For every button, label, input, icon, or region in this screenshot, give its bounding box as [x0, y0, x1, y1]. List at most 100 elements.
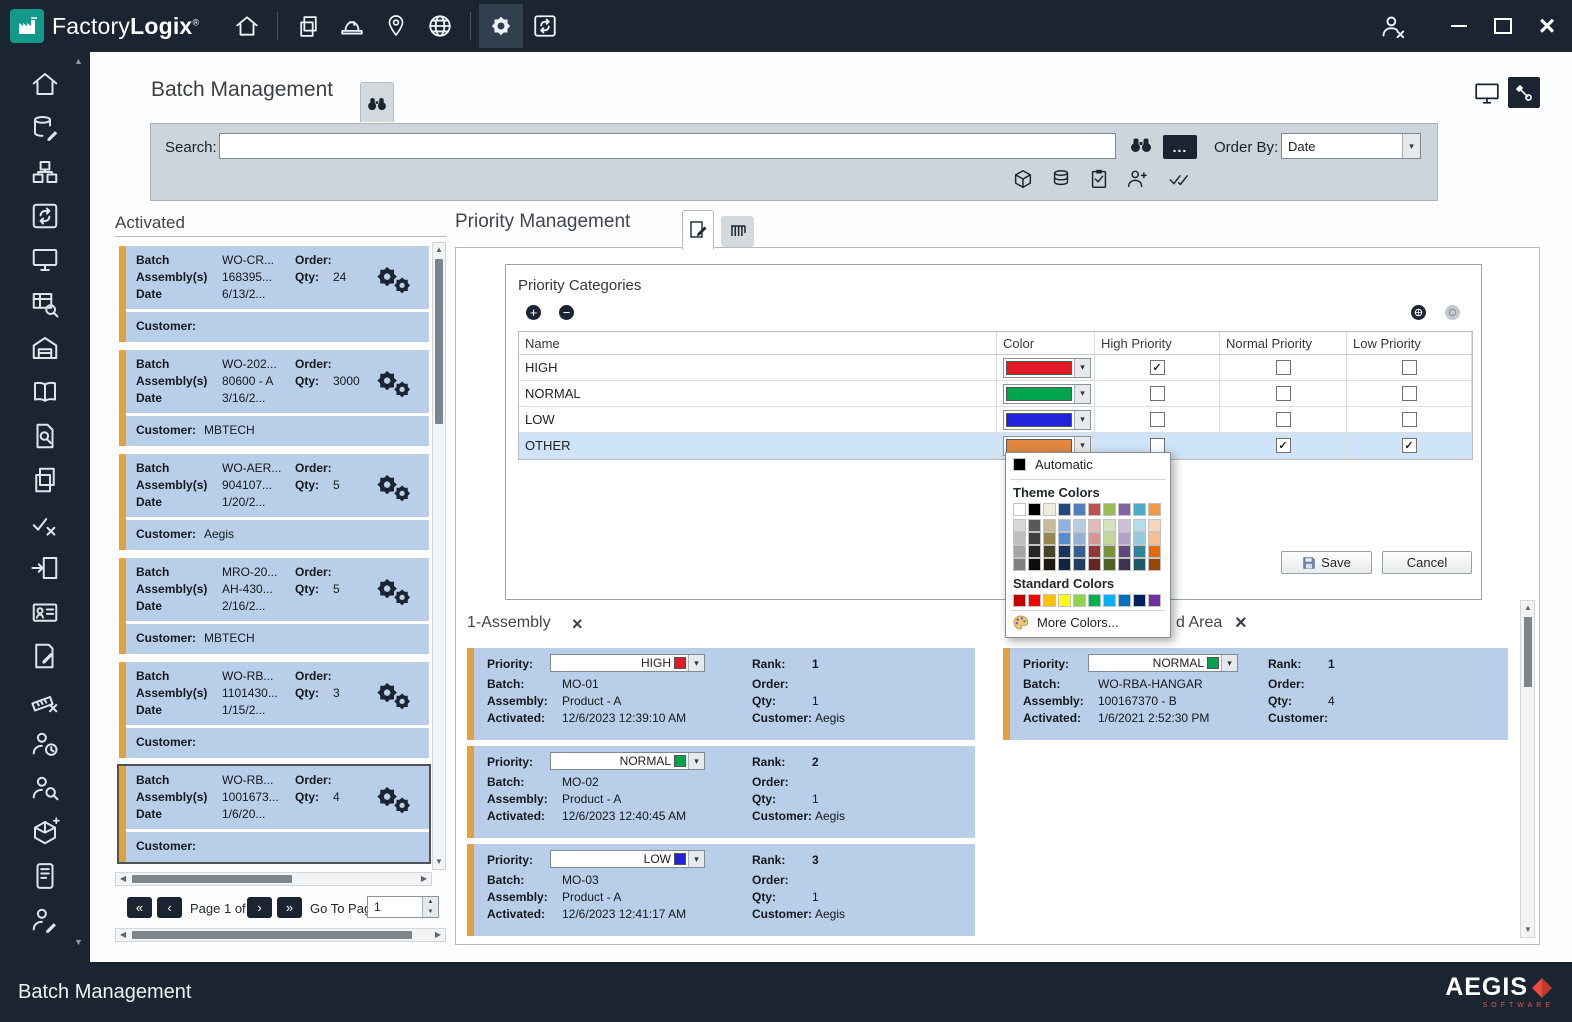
theme-color-swatch[interactable]	[1058, 532, 1071, 545]
high-priority-checkbox[interactable]: ✓	[1150, 386, 1165, 401]
save-button[interactable]: Save	[1281, 551, 1372, 574]
theme-color-swatch[interactable]	[1028, 545, 1041, 558]
priority-dropdown[interactable]: HIGH▾	[550, 654, 705, 672]
assembly-batch-card[interactable]: Priority: LOW▾ Batch:MO-03 Assembly:Prod…	[467, 844, 975, 936]
priority-row-normal[interactable]: NORMAL ▾ ✓ ✓ ✓	[519, 381, 1472, 407]
globe-toggle-button[interactable]	[1411, 305, 1426, 320]
theme-color-swatch[interactable]	[1118, 545, 1131, 558]
close-area-section-icon[interactable]: ×	[1235, 613, 1247, 633]
production-button[interactable]	[330, 4, 374, 48]
theme-color-swatch[interactable]	[1103, 503, 1116, 516]
filter-lots-button[interactable]	[1050, 168, 1074, 192]
theme-color-swatch[interactable]	[1043, 519, 1056, 532]
theme-color-swatch[interactable]	[1148, 519, 1161, 532]
low-priority-checkbox[interactable]: ✓	[1402, 360, 1417, 375]
theme-color-swatch[interactable]	[1133, 545, 1146, 558]
tab-search-view[interactable]	[360, 82, 394, 122]
theme-color-swatch[interactable]	[1013, 545, 1026, 558]
filter-customer-button[interactable]	[1126, 168, 1150, 192]
high-priority-checkbox[interactable]: ✓	[1150, 360, 1165, 375]
theme-color-swatch[interactable]	[1058, 545, 1071, 558]
gears-icon[interactable]	[374, 786, 414, 816]
theme-color-swatch[interactable]	[1088, 519, 1101, 532]
scrollbar-thumb[interactable]	[132, 931, 412, 939]
gears-icon[interactable]	[374, 682, 414, 712]
remove-category-button[interactable]: −	[559, 305, 574, 320]
locations-button[interactable]	[374, 4, 418, 48]
close-assembly-section-icon[interactable]: ×	[572, 615, 583, 633]
gears-icon[interactable]	[374, 370, 414, 400]
filter-status-button[interactable]	[1167, 168, 1191, 192]
scrollbar-thumb[interactable]	[1524, 617, 1532, 687]
standard-color-swatch[interactable]	[1073, 594, 1086, 607]
edit-views-button-selected[interactable]	[1508, 77, 1540, 108]
color-dropdown[interactable]: ▾	[1003, 358, 1091, 378]
hand-toggle-button[interactable]	[1445, 305, 1460, 320]
normal-priority-checkbox[interactable]: ✓	[1276, 360, 1291, 375]
theme-color-swatch[interactable]	[1088, 545, 1101, 558]
theme-color-swatch[interactable]	[1058, 558, 1071, 571]
home-button[interactable]	[225, 4, 269, 48]
theme-color-swatch[interactable]	[1028, 558, 1041, 571]
standard-color-swatch[interactable]	[1013, 594, 1026, 607]
sidebar-item-shipment[interactable]	[23, 816, 67, 848]
theme-color-swatch[interactable]	[1118, 532, 1131, 545]
settings-button-selected[interactable]	[479, 4, 523, 48]
next-page-button[interactable]: ›	[247, 897, 272, 918]
normal-priority-checkbox[interactable]: ✓	[1276, 438, 1291, 453]
scrollbar-thumb[interactable]	[435, 259, 443, 424]
sidebar-item-verification[interactable]	[23, 508, 67, 540]
theme-color-swatch[interactable]	[1043, 545, 1056, 558]
sidebar-item-data-edit[interactable]	[23, 112, 67, 144]
filter-product-button[interactable]	[1012, 168, 1036, 192]
theme-color-swatch[interactable]	[1058, 503, 1071, 516]
sidebar-item-person-time[interactable]	[23, 728, 67, 760]
high-priority-checkbox[interactable]: ✓	[1150, 438, 1165, 453]
tab-ranking[interactable]	[721, 216, 754, 247]
theme-color-swatch[interactable]	[1148, 532, 1161, 545]
priority-dropdown[interactable]: NORMAL▾	[1088, 654, 1238, 672]
theme-color-swatch[interactable]	[1043, 558, 1056, 571]
theme-color-swatch[interactable]	[1133, 532, 1146, 545]
first-page-button[interactable]: «	[127, 897, 152, 918]
tab-edit-priorities[interactable]	[682, 210, 714, 249]
theme-color-swatch[interactable]	[1088, 532, 1101, 545]
high-priority-checkbox[interactable]: ✓	[1150, 412, 1165, 427]
add-category-button[interactable]: +	[526, 305, 541, 320]
sidebar-item-person-edit[interactable]	[23, 904, 67, 936]
theme-color-swatch[interactable]	[1103, 532, 1116, 545]
batch-card[interactable]: BatchWO-RB... Assembly(s)1101430... Date…	[119, 662, 429, 758]
theme-color-swatch[interactable]	[1013, 503, 1026, 516]
assembly-batch-card[interactable]: Priority: HIGH▾ Batch:MO-01 Assembly:Pro…	[467, 648, 975, 740]
color-dropdown[interactable]: ▾	[1003, 410, 1091, 430]
sidebar-item-library[interactable]	[23, 376, 67, 408]
standard-color-swatch[interactable]	[1133, 594, 1146, 607]
gears-icon[interactable]	[374, 578, 414, 608]
standard-color-swatch[interactable]	[1058, 594, 1071, 607]
theme-color-swatch[interactable]	[1118, 503, 1131, 516]
normal-priority-checkbox[interactable]: ✓	[1276, 386, 1291, 401]
sections-vertical-scrollbar[interactable]: ▲ ▼	[1520, 600, 1535, 938]
priority-row-low[interactable]: LOW ▾ ✓ ✓ ✓	[519, 407, 1472, 433]
scroll-up-icon[interactable]: ▲	[433, 244, 445, 256]
theme-color-swatch[interactable]	[1028, 532, 1041, 545]
theme-color-swatch[interactable]	[1103, 558, 1116, 571]
theme-color-swatch[interactable]	[1073, 558, 1086, 571]
theme-color-swatch[interactable]	[1043, 503, 1056, 516]
theme-color-swatch[interactable]	[1028, 503, 1041, 516]
theme-color-swatch[interactable]	[1088, 503, 1101, 516]
sidebar-item-badge[interactable]	[23, 596, 67, 628]
theme-color-swatch[interactable]	[1103, 519, 1116, 532]
theme-color-swatch[interactable]	[1013, 558, 1026, 571]
theme-color-swatch[interactable]	[1073, 532, 1086, 545]
search-input[interactable]	[219, 133, 1116, 159]
goto-page-input[interactable]: 1 ▲▼	[367, 896, 439, 918]
sidebar-item-measure[interactable]	[23, 684, 67, 716]
global-button[interactable]	[418, 4, 462, 48]
gears-icon[interactable]	[374, 474, 414, 504]
standard-color-swatch[interactable]	[1148, 594, 1161, 607]
theme-color-swatch[interactable]	[1043, 532, 1056, 545]
scroll-left-icon[interactable]: ◀	[117, 929, 129, 941]
sidebar-item-stations[interactable]	[23, 244, 67, 276]
theme-color-swatch[interactable]	[1148, 558, 1161, 571]
